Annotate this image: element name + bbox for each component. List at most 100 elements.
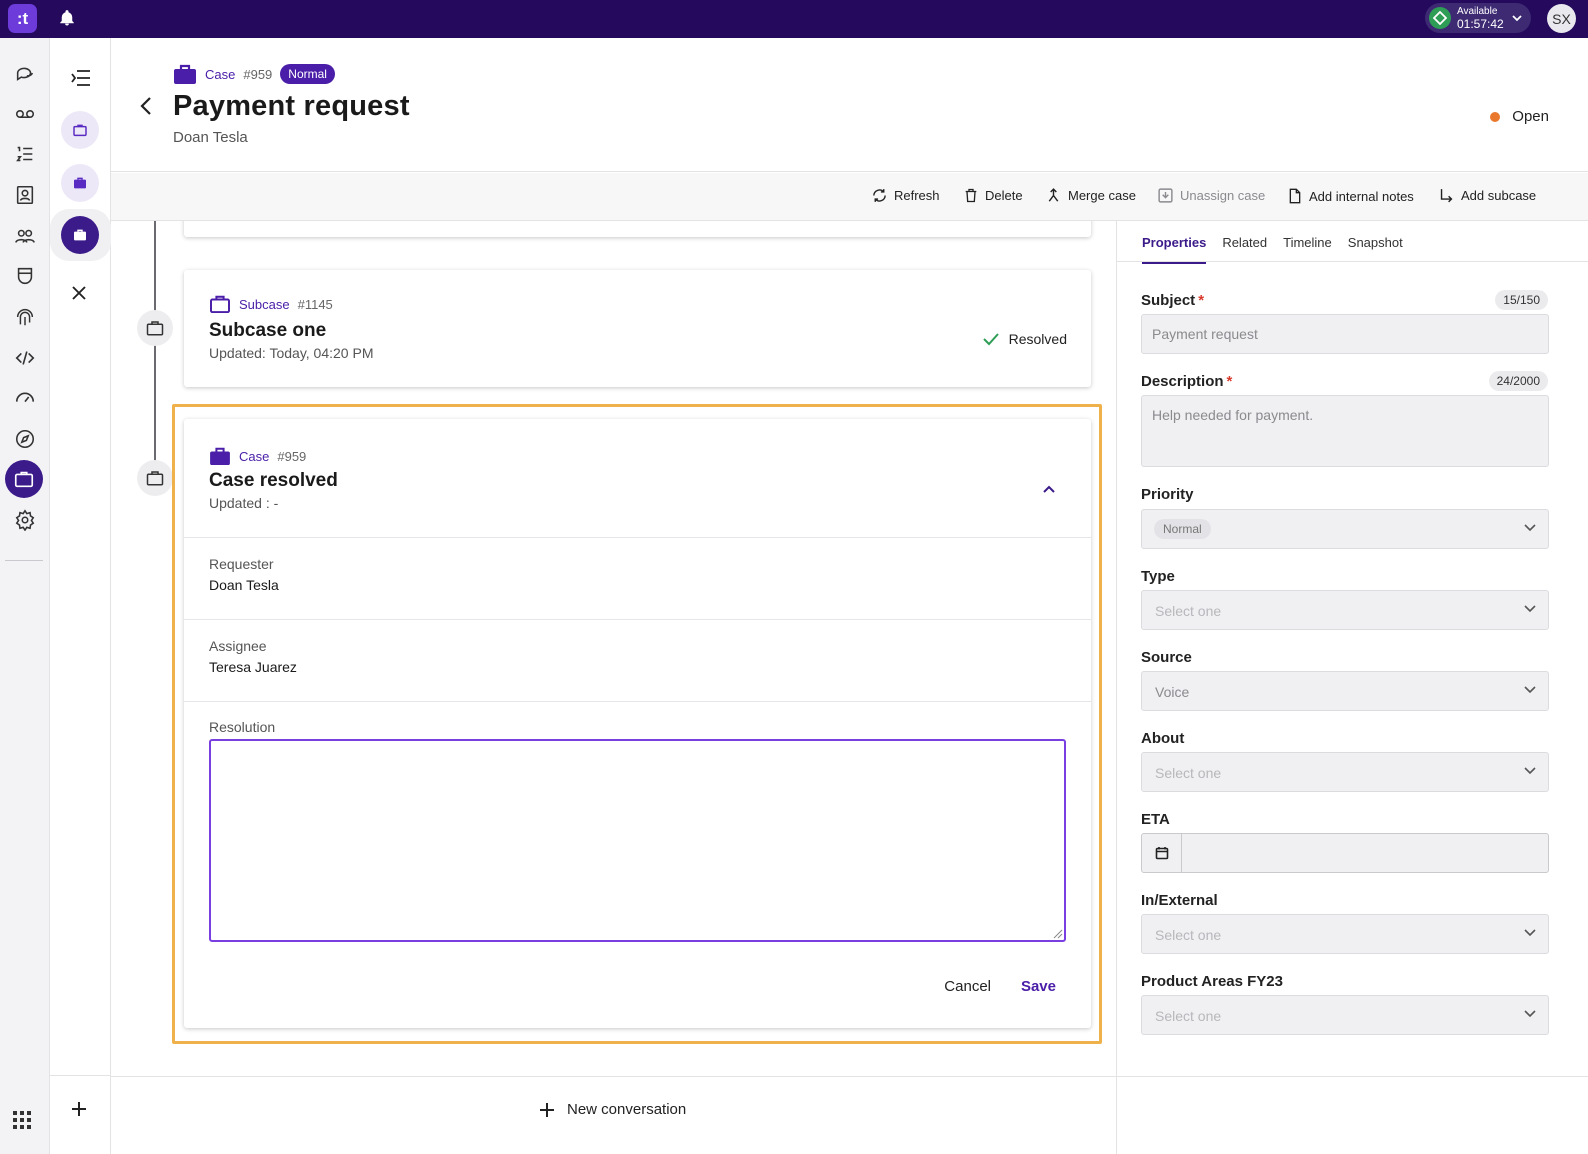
briefcase-outline-icon xyxy=(209,295,231,313)
requester-label: Requester xyxy=(209,556,274,572)
case-status[interactable]: Open xyxy=(1490,108,1549,125)
unassign-case-label: Unassign case xyxy=(1180,188,1266,203)
menu-collapse-icon[interactable] xyxy=(71,69,91,87)
case-breadcrumb: Case #959 Normal xyxy=(173,64,335,84)
subcase-kicker-label[interactable]: Subcase xyxy=(239,297,290,312)
chevron-down-icon xyxy=(1524,524,1536,532)
description-textarea[interactable]: Help needed for payment. xyxy=(1141,395,1549,467)
about-label: About xyxy=(1141,730,1185,747)
product-areas-select[interactable]: Select one xyxy=(1141,995,1549,1035)
tab-timeline[interactable]: Timeline xyxy=(1283,235,1332,264)
contacts-icon[interactable] xyxy=(10,180,40,210)
refresh-button[interactable]: Refresh xyxy=(871,187,940,204)
properties-tabs: Properties Related Timeline Snapshot xyxy=(1142,235,1403,264)
compass-icon[interactable] xyxy=(10,424,40,454)
tab-related[interactable]: Related xyxy=(1222,235,1267,264)
presence-status-button[interactable]: Available 01:57:42 xyxy=(1425,3,1531,33)
resolution-textarea[interactable] xyxy=(209,739,1066,942)
case-kicker-label[interactable]: Case xyxy=(205,67,235,82)
about-placeholder: Select one xyxy=(1155,765,1222,781)
apps-grid-icon[interactable] xyxy=(12,1110,32,1130)
priority-select[interactable]: Normal xyxy=(1141,509,1549,549)
resolution-divider xyxy=(184,701,1091,702)
available-status-icon xyxy=(1429,7,1451,29)
product-areas-label: Product Areas FY23 xyxy=(1141,973,1283,990)
add-internal-notes-button[interactable]: Add internal notes xyxy=(1287,187,1414,205)
dashboard-icon[interactable] xyxy=(10,382,40,412)
chevron-down-icon xyxy=(1524,929,1536,937)
presence-label: Available xyxy=(1457,5,1498,17)
case-tab-1[interactable] xyxy=(61,111,99,149)
checkmark-icon xyxy=(982,332,999,346)
description-label-text: Description xyxy=(1141,373,1224,390)
in-external-select[interactable]: Select one xyxy=(1141,914,1549,954)
resize-grip-icon[interactable] xyxy=(1053,929,1063,939)
unassign-case-button[interactable]: Unassign case xyxy=(1157,187,1265,204)
requester-name: Doan Tesla xyxy=(173,129,248,146)
save-button[interactable]: Save xyxy=(1021,978,1056,995)
presence-timer: 01:57:42 xyxy=(1457,16,1504,31)
left-nav-rail xyxy=(0,38,50,1154)
description-label: Description * xyxy=(1141,373,1233,390)
previous-card xyxy=(184,221,1091,237)
add-internal-notes-label: Add internal notes xyxy=(1309,188,1414,204)
case-number: #959 xyxy=(243,66,273,82)
case-card-title: Case resolved xyxy=(209,470,338,491)
briefcase-icon xyxy=(209,447,231,465)
resolution-label: Resolution xyxy=(209,719,276,735)
case-card-updated: Updated : - xyxy=(209,495,279,511)
tab-properties[interactable]: Properties xyxy=(1142,235,1207,264)
assignee-value: Teresa Juarez xyxy=(209,659,297,675)
code-icon[interactable] xyxy=(10,343,40,373)
assignee-row: Assignee Teresa Juarez xyxy=(184,619,1091,701)
cancel-button[interactable]: Cancel xyxy=(944,978,991,995)
case-status-label: Open xyxy=(1512,108,1549,125)
back-arrow-icon[interactable] xyxy=(138,96,154,116)
chevron-up-icon[interactable] xyxy=(1043,485,1055,493)
add-tab-plus-icon[interactable] xyxy=(70,1100,88,1118)
voicemail-icon[interactable] xyxy=(10,99,40,129)
delete-button[interactable]: Delete xyxy=(963,187,1023,204)
subcase-number: #1145 xyxy=(297,296,333,312)
cases-icon[interactable] xyxy=(5,460,43,498)
case-tab-2[interactable] xyxy=(61,164,99,202)
case-card-kicker-label[interactable]: Case xyxy=(239,449,269,464)
subcase-card[interactable]: Subcase #1145 Subcase one Updated: Today… xyxy=(184,270,1091,387)
conversations-icon[interactable] xyxy=(10,58,40,88)
eta-date-input[interactable] xyxy=(1141,833,1549,873)
chevron-down-icon xyxy=(1524,605,1536,613)
page-title: Payment request xyxy=(173,90,410,122)
source-select[interactable]: Voice xyxy=(1141,671,1549,711)
chevron-down-icon xyxy=(1511,12,1523,24)
bell-icon[interactable] xyxy=(58,9,76,27)
tabs-divider xyxy=(1117,261,1588,262)
status-dot-icon xyxy=(1490,111,1501,122)
user-avatar[interactable]: SX xyxy=(1547,4,1576,33)
case-card-number: #959 xyxy=(277,448,307,464)
assignee-label: Assignee xyxy=(209,638,267,654)
conversation-composer: New conversation xyxy=(111,1076,1116,1154)
type-label: Type xyxy=(1141,568,1175,585)
case-tab-active[interactable] xyxy=(61,216,99,254)
subject-input[interactable]: Payment request xyxy=(1141,314,1549,354)
tab-snapshot[interactable]: Snapshot xyxy=(1348,235,1403,264)
settings-gear-icon[interactable] xyxy=(10,505,40,535)
close-icon[interactable] xyxy=(70,284,88,302)
fingerprint-icon[interactable] xyxy=(10,302,40,332)
new-conversation-button[interactable]: New conversation xyxy=(539,1101,686,1118)
merge-case-button[interactable]: Merge case xyxy=(1045,187,1136,204)
timeline-line xyxy=(154,221,156,481)
properties-panel: Properties Related Timeline Snapshot Sub… xyxy=(1116,221,1588,1154)
about-select[interactable]: Select one xyxy=(1141,752,1549,792)
shield-icon[interactable] xyxy=(10,261,40,291)
team-icon[interactable] xyxy=(10,221,40,251)
top-bar: :t Available 01:57:42 SX xyxy=(0,0,1588,38)
type-select[interactable]: Select one xyxy=(1141,590,1549,630)
list-icon[interactable] xyxy=(10,139,40,169)
app-logo[interactable]: :t xyxy=(8,4,37,33)
chevron-down-icon xyxy=(1524,686,1536,694)
subject-counter: 15/150 xyxy=(1495,290,1548,310)
calendar-icon[interactable] xyxy=(1142,834,1182,872)
description-counter: 24/2000 xyxy=(1488,371,1548,391)
add-subcase-button[interactable]: Add subcase xyxy=(1438,187,1536,204)
